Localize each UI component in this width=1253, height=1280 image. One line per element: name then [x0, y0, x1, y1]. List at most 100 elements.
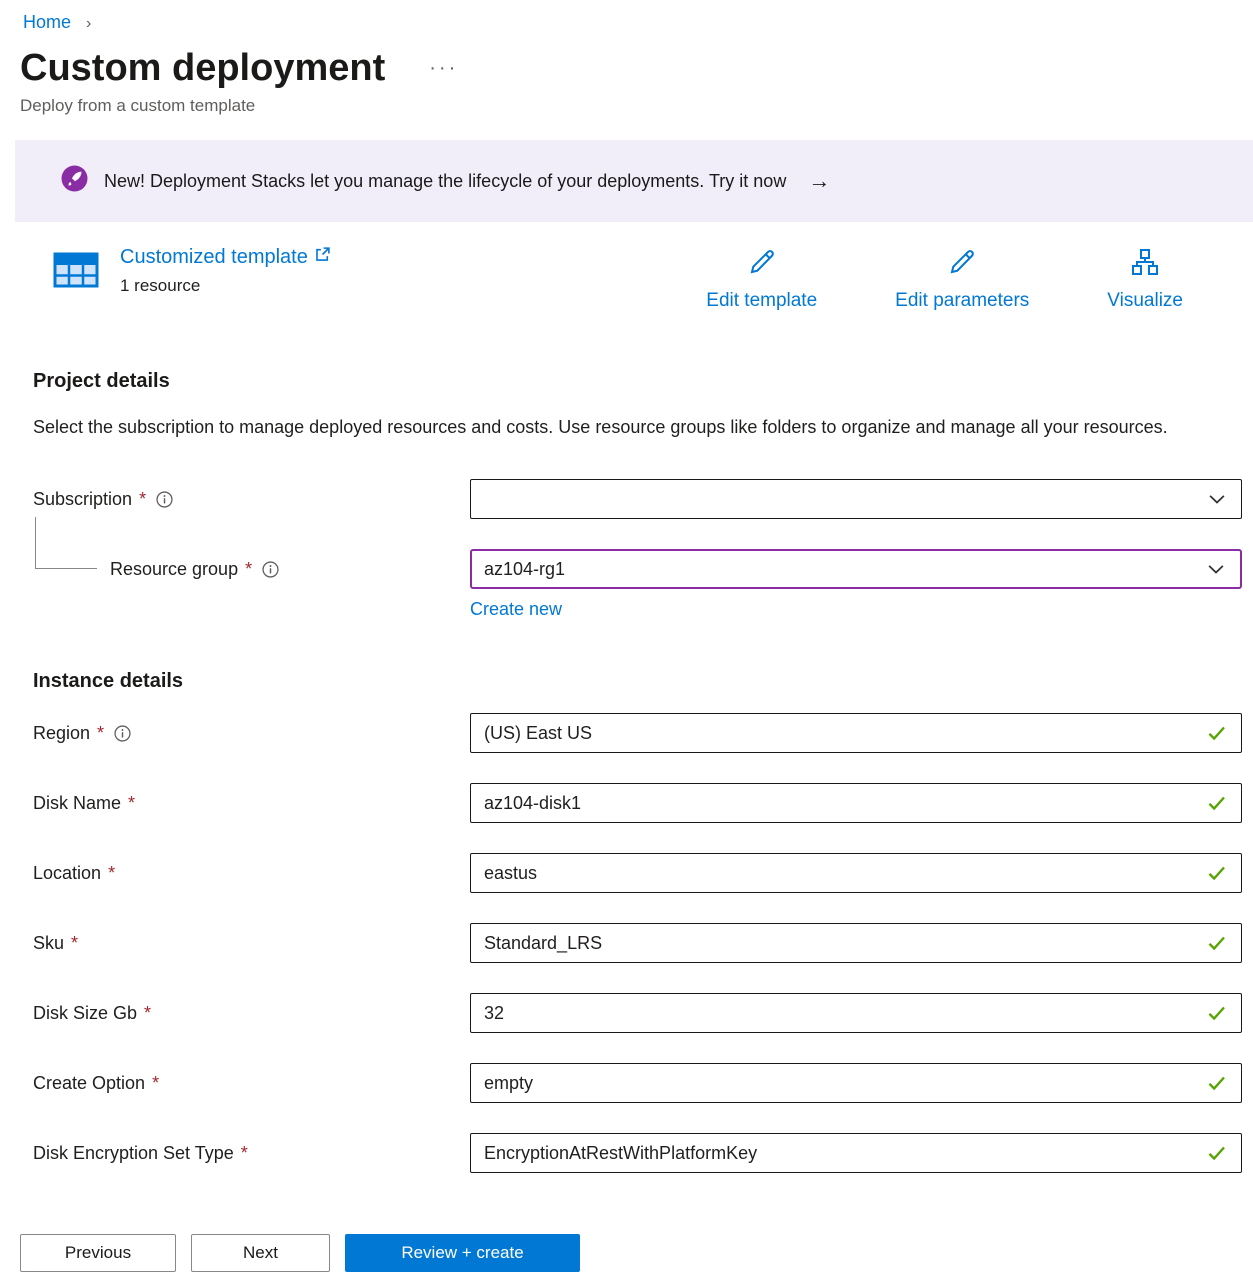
subscription-label-area: Subscription *: [33, 489, 470, 510]
previous-button[interactable]: Previous: [20, 1234, 176, 1272]
edit-parameters-button[interactable]: Edit parameters: [895, 246, 1029, 312]
required-marker: *: [152, 1073, 159, 1094]
sku-input[interactable]: [475, 924, 1197, 962]
location-field: [470, 853, 1242, 893]
template-summary-row: Customized template 1 resource: [0, 246, 1253, 312]
edit-template-label: Edit template: [706, 290, 817, 312]
disk-name-label-area: Disk Name *: [33, 793, 470, 814]
create-option-label: Create Option: [33, 1073, 145, 1094]
subscription-label: Subscription: [33, 489, 132, 510]
sku-label-area: Sku *: [33, 933, 470, 954]
location-label-area: Location *: [33, 863, 470, 884]
region-label: Region: [33, 723, 90, 744]
resource-group-label: Resource group: [110, 559, 238, 580]
visualize-button[interactable]: Visualize: [1107, 246, 1183, 312]
required-marker: *: [241, 1143, 248, 1164]
hierarchy-connector-line: [35, 517, 97, 569]
deployment-stacks-banner[interactable]: New! Deployment Stacks let you manage th…: [15, 140, 1253, 222]
disk-name-row: Disk Name *: [33, 783, 1242, 823]
disk-size-row: Disk Size Gb *: [33, 993, 1242, 1033]
disk-encryption-set-type-input[interactable]: [475, 1134, 1197, 1172]
location-control: [470, 853, 1242, 893]
checkmark-icon: [1206, 1072, 1228, 1094]
info-icon[interactable]: [114, 725, 131, 742]
pencil-icon: [746, 246, 778, 284]
sku-label: Sku: [33, 933, 64, 954]
disk-encryption-control: [470, 1133, 1242, 1173]
checkmark-icon: [1206, 932, 1228, 954]
more-options-button[interactable]: ···: [425, 53, 462, 84]
location-label: Location: [33, 863, 101, 884]
create-option-label-area: Create Option *: [33, 1073, 470, 1094]
required-marker: *: [144, 1003, 151, 1024]
review-create-button[interactable]: Review + create: [345, 1234, 580, 1272]
required-marker: *: [108, 863, 115, 884]
disk-size-gb-input[interactable]: [475, 994, 1197, 1032]
checkmark-icon: [1206, 862, 1228, 884]
subscription-control: [470, 479, 1242, 519]
rocket-icon: [61, 165, 88, 197]
pencil-icon: [946, 246, 978, 284]
resource-group-dropdown[interactable]: az104-rg1: [470, 549, 1242, 589]
region-row: Region *: [33, 713, 1242, 753]
disk-name-field: [470, 783, 1242, 823]
breadcrumb: Home ›: [0, 0, 1253, 33]
disk-encryption-label-area: Disk Encryption Set Type *: [33, 1143, 470, 1164]
disk-size-label: Disk Size Gb: [33, 1003, 137, 1024]
create-option-input[interactable]: [475, 1064, 1197, 1102]
section-heading-project-details: Project details: [33, 370, 1242, 393]
disk-name-input[interactable]: [475, 784, 1197, 822]
custom-deployment-page: Home › Custom deployment ··· Deploy from…: [0, 0, 1253, 1280]
footer-bar: Previous Next Review + create: [0, 1204, 1253, 1280]
required-marker: *: [71, 933, 78, 954]
sku-control: [470, 923, 1242, 963]
checkmark-icon: [1206, 722, 1228, 744]
region-input[interactable]: [475, 714, 1197, 752]
required-marker: *: [139, 489, 146, 510]
edit-parameters-label: Edit parameters: [895, 290, 1029, 312]
create-new-link[interactable]: Create new: [470, 599, 562, 620]
arrow-right-icon[interactable]: →: [808, 168, 830, 194]
region-control: [470, 713, 1242, 753]
region-field: [470, 713, 1242, 753]
sku-field: [470, 923, 1242, 963]
create-option-control: [470, 1063, 1242, 1103]
disk-name-control: [470, 783, 1242, 823]
required-marker: *: [97, 723, 104, 744]
checkmark-icon: [1206, 792, 1228, 814]
chevron-down-icon: [1206, 559, 1226, 579]
info-icon[interactable]: [156, 491, 173, 508]
subscription-dropdown[interactable]: [470, 479, 1242, 519]
deployment-form: Project details Select the subscription …: [0, 370, 1253, 1173]
disk-size-label-area: Disk Size Gb *: [33, 1003, 470, 1024]
customized-template-link[interactable]: Customized template: [120, 246, 331, 269]
template-icon: [52, 246, 100, 299]
region-label-area: Region *: [33, 723, 470, 744]
disk-size-field: [470, 993, 1242, 1033]
disk-size-control: [470, 993, 1242, 1033]
create-option-field: [470, 1063, 1242, 1103]
resource-group-row: Resource group * az104-rg1: [33, 549, 1242, 620]
resource-group-value: az104-rg1: [484, 559, 565, 580]
info-icon[interactable]: [262, 561, 279, 578]
template-meta: Customized template 1 resource: [120, 246, 331, 296]
title-row: Custom deployment ···: [0, 47, 1253, 90]
edit-template-button[interactable]: Edit template: [706, 246, 817, 312]
breadcrumb-home-link[interactable]: Home: [23, 12, 71, 32]
org-chart-icon: [1129, 246, 1161, 284]
template-actions: Edit template Edit parameters: [706, 246, 1183, 312]
chevron-down-icon: [1207, 489, 1227, 509]
subscription-row: Subscription *: [33, 479, 1242, 519]
next-button[interactable]: Next: [191, 1234, 330, 1272]
disk-encryption-field: [470, 1133, 1242, 1173]
disk-encryption-set-type-label: Disk Encryption Set Type: [33, 1143, 234, 1164]
checkmark-icon: [1206, 1002, 1228, 1024]
disk-encryption-set-type-row: Disk Encryption Set Type *: [33, 1133, 1242, 1173]
project-details-description: Select the subscription to manage deploy…: [33, 413, 1183, 441]
disk-name-label: Disk Name: [33, 793, 121, 814]
required-marker: *: [128, 793, 135, 814]
resource-count: 1 resource: [120, 276, 331, 296]
resource-group-label-area: Resource group *: [33, 549, 470, 589]
location-input[interactable]: [475, 854, 1197, 892]
visualize-label: Visualize: [1107, 290, 1183, 312]
